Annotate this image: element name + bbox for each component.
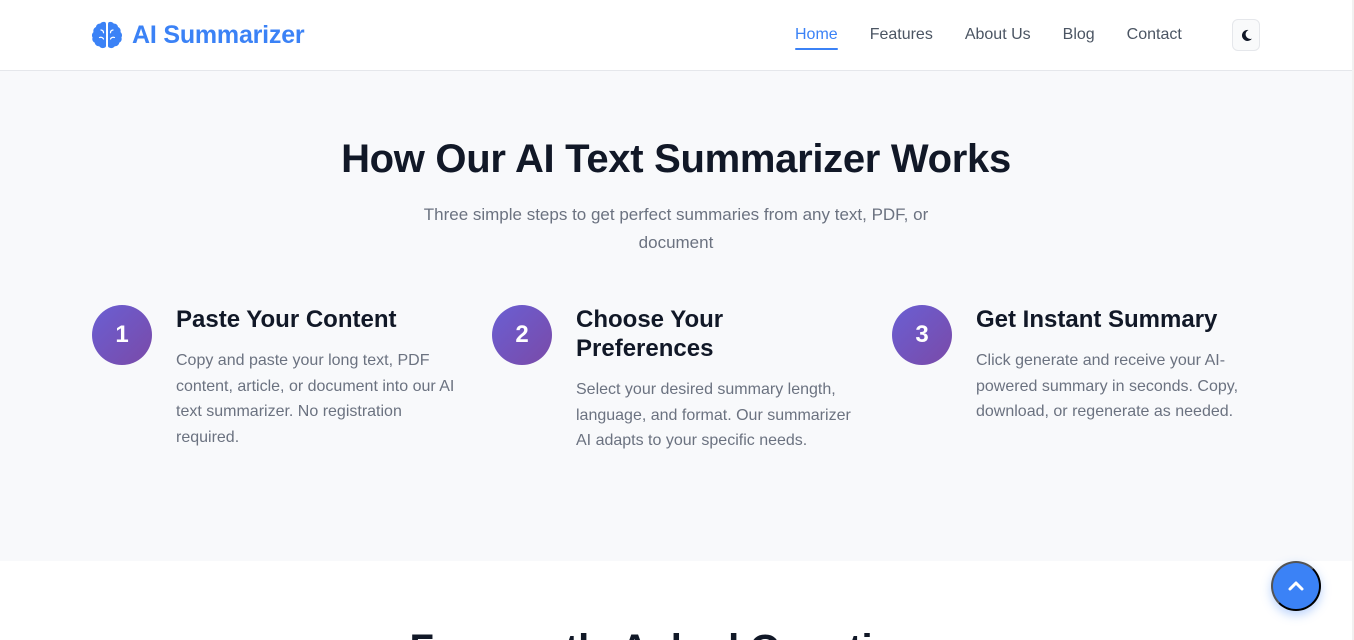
faq-title: Frequently Asked Questions <box>0 627 1352 640</box>
theme-toggle-button[interactable] <box>1232 19 1260 51</box>
nav-home[interactable]: Home <box>795 22 838 50</box>
brand-name: AI Summarizer <box>132 20 305 49</box>
faq-section: Frequently Asked Questions <box>0 561 1352 640</box>
scroll-to-top-button[interactable] <box>1271 561 1321 611</box>
step-title: Choose Your Preferences <box>576 306 724 362</box>
step-description: Copy and paste your long text, PDF conte… <box>176 352 455 446</box>
nav-features[interactable]: Features <box>870 22 933 48</box>
step-number-badge: 1 <box>92 305 152 365</box>
moon-icon <box>1240 29 1253 42</box>
step-title: Paste Your Content <box>176 306 397 333</box>
how-it-works-section: How Our AI Text Summarizer Works Three s… <box>0 71 1352 561</box>
step-number-badge: 2 <box>492 305 552 365</box>
chevron-up-icon <box>1286 576 1306 596</box>
main-nav: Home Features About Us Blog Contact <box>795 0 1182 70</box>
step-description: Click generate and receive your AI-power… <box>976 352 1239 420</box>
nav-contact[interactable]: Contact <box>1127 22 1182 48</box>
step-title: Get Instant Summary <box>976 306 1218 333</box>
site-header: AI Summarizer Home Features About Us Blo… <box>0 0 1352 71</box>
brain-icon <box>91 19 123 51</box>
nav-about-us[interactable]: About Us <box>965 22 1031 48</box>
nav-blog[interactable]: Blog <box>1063 22 1095 48</box>
section-subtitle: Three simple steps to get perfect summar… <box>423 205 929 252</box>
step-number-badge: 3 <box>892 305 952 365</box>
brand-logo[interactable]: AI Summarizer <box>91 16 305 54</box>
section-title: How Our AI Text Summarizer Works <box>341 137 1011 181</box>
step-description: Select your desired summary length, lang… <box>576 381 851 449</box>
